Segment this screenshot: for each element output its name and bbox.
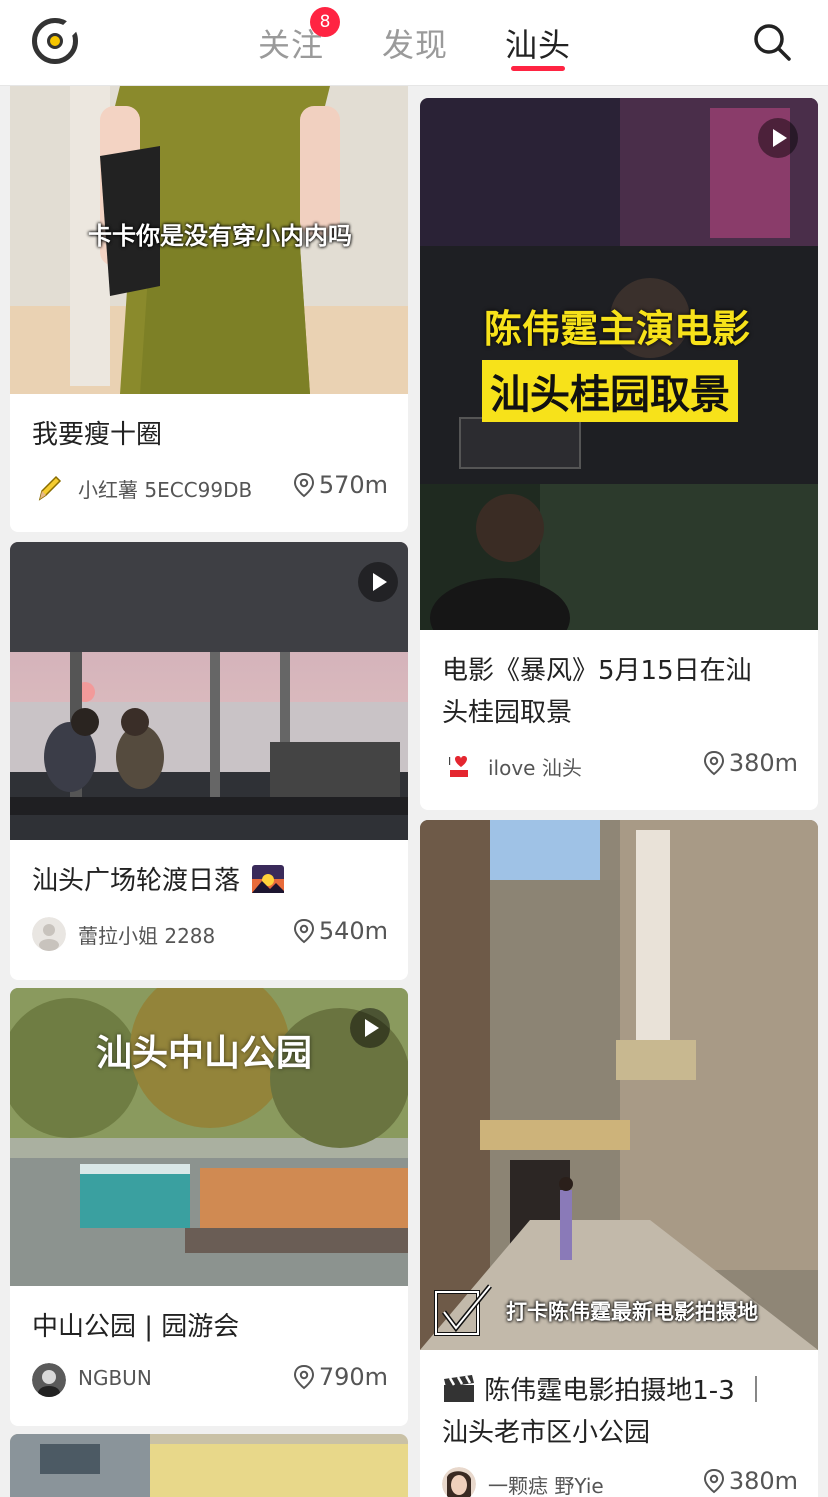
distance-label: 570m bbox=[293, 471, 388, 499]
thumbnail-caption-line1: 陈伟霆主演电影 bbox=[484, 307, 751, 351]
ilove-logo-avatar: I bbox=[442, 749, 476, 783]
card-title-line1: 电影《暴风》5月15日在汕 bbox=[442, 656, 752, 686]
thumbnail-caption: 打卡陈伟霆最新电影拍摄地 bbox=[506, 1300, 758, 1324]
card-title-line1: 陈伟霆电影拍摄地1-3 ｜ bbox=[484, 1376, 769, 1406]
location-pin-icon bbox=[703, 750, 724, 776]
location-pin-icon bbox=[293, 472, 314, 498]
video-play-icon[interactable] bbox=[358, 562, 398, 602]
svg-text:I: I bbox=[448, 755, 451, 768]
tab-discover-label: 发现 bbox=[382, 26, 449, 64]
card-title-line2: 汕头老市区小公园 bbox=[442, 1418, 651, 1448]
video-play-icon[interactable] bbox=[758, 118, 798, 158]
feed-card[interactable]: 陈伟霆主演电影 汕头桂园取景 电影《暴风》5月15日在汕 头桂园取景 I ilo… bbox=[420, 98, 818, 810]
location-pin-icon bbox=[703, 1468, 724, 1494]
card-thumbnail: 卡卡你是没有穿小内内吗 bbox=[10, 86, 408, 394]
card-thumbnail bbox=[10, 1434, 408, 1497]
distance-label: 380m bbox=[703, 1467, 798, 1495]
author-name[interactable]: ilove 汕头 bbox=[488, 752, 582, 781]
tab-shantou[interactable]: 汕头 bbox=[505, 20, 571, 66]
card-meta: I ilove 汕头 380m bbox=[442, 748, 798, 784]
thumbnail-caption-line2: 汕头桂园取景 bbox=[482, 360, 738, 422]
distance-label: 790m bbox=[293, 1363, 388, 1391]
card-title: 陈伟霆电影拍摄地1-3 ｜ 汕头老市区小公园 bbox=[442, 1370, 769, 1454]
feed-card[interactable] bbox=[10, 1434, 408, 1497]
author-name[interactable]: 蕾拉小姐 2288 bbox=[78, 920, 215, 949]
video-play-icon[interactable] bbox=[350, 1008, 390, 1048]
card-title: 电影《暴风》5月15日在汕 头桂园取景 bbox=[442, 650, 752, 734]
card-meta: NGBUN 790m bbox=[32, 1362, 388, 1398]
distance-label: 380m bbox=[703, 749, 798, 777]
author-name[interactable]: NGBUN bbox=[78, 1366, 152, 1390]
checkbox-check-icon bbox=[434, 1284, 492, 1336]
location-pin-icon bbox=[293, 918, 314, 944]
user-avatar bbox=[442, 1467, 476, 1497]
distance-value: 380m bbox=[728, 749, 798, 777]
distance-label: 540m bbox=[293, 917, 388, 945]
card-thumbnail bbox=[10, 542, 408, 840]
location-pin-icon bbox=[293, 1364, 314, 1390]
clapperboard-icon bbox=[444, 1375, 474, 1402]
card-title: 汕头广场轮渡日落 bbox=[32, 860, 285, 902]
user-avatar bbox=[32, 1363, 66, 1397]
distance-value: 570m bbox=[318, 471, 388, 499]
card-title: 中山公园 | 园游会 bbox=[32, 1312, 240, 1342]
card-title-line2: 头桂园取景 bbox=[442, 698, 573, 728]
user-avatar bbox=[32, 917, 66, 951]
distance-value: 790m bbox=[318, 1363, 388, 1391]
card-thumbnail: 打卡陈伟霆最新电影拍摄地 bbox=[420, 820, 818, 1350]
card-thumbnail: 陈伟霆主演电影 汕头桂园取景 bbox=[420, 98, 818, 630]
ferry-sunset-photo bbox=[10, 542, 408, 840]
distance-value: 540m bbox=[318, 917, 388, 945]
card-title-text: 汕头广场轮渡日落 bbox=[32, 866, 241, 896]
feed-card[interactable]: 卡卡你是没有穿小内内吗 我要瘦十圈 小红薯 5ECC99DB 570m bbox=[10, 86, 408, 532]
feed-card[interactable]: 汕头中山公园 中山公园 | 园游会 NGBUN 790m bbox=[10, 988, 408, 1426]
thumbnail-caption: 汕头中山公园 bbox=[96, 1033, 313, 1074]
notification-badge: 8 bbox=[310, 7, 340, 37]
card-title-line1-wrap: 陈伟霆电影拍摄地1-3 ｜ bbox=[442, 1370, 769, 1412]
card-meta: 小红薯 5ECC99DB 570m bbox=[32, 470, 388, 506]
card-meta: 一颗痣 野Yie 380m bbox=[442, 1466, 798, 1497]
old-street-photo bbox=[420, 820, 818, 1350]
search-icon[interactable] bbox=[752, 22, 792, 62]
camera-logo-icon[interactable] bbox=[32, 16, 82, 64]
author-name[interactable]: 一颗痣 野Yie bbox=[488, 1470, 604, 1497]
pencil-avatar-icon bbox=[38, 475, 62, 501]
sunset-emoji-icon bbox=[252, 865, 285, 893]
distance-value: 380m bbox=[728, 1467, 798, 1495]
tab-shantou-label: 汕头 bbox=[505, 26, 572, 64]
feed-card[interactable]: 打卡陈伟霆最新电影拍摄地 陈伟霆电影拍摄地1-3 ｜ 汕头老市区小公园 一颗痣 … bbox=[420, 820, 818, 1497]
thumbnail-caption: 卡卡你是没有穿小内内吗 bbox=[88, 222, 352, 250]
card-meta: 蕾拉小姐 2288 540m bbox=[32, 916, 388, 952]
tab-discover[interactable]: 发现 bbox=[382, 20, 448, 66]
active-tab-indicator bbox=[511, 66, 565, 71]
card-thumbnail: 汕头中山公园 bbox=[10, 988, 408, 1286]
card-title: 我要瘦十圈 bbox=[32, 420, 163, 450]
author-name[interactable]: 小红薯 5ECC99DB bbox=[78, 474, 252, 503]
feed-card[interactable]: 汕头广场轮渡日落 蕾拉小姐 2288 540m bbox=[10, 542, 408, 980]
top-nav-bar: 关注 8 发现 汕头 bbox=[0, 0, 828, 86]
